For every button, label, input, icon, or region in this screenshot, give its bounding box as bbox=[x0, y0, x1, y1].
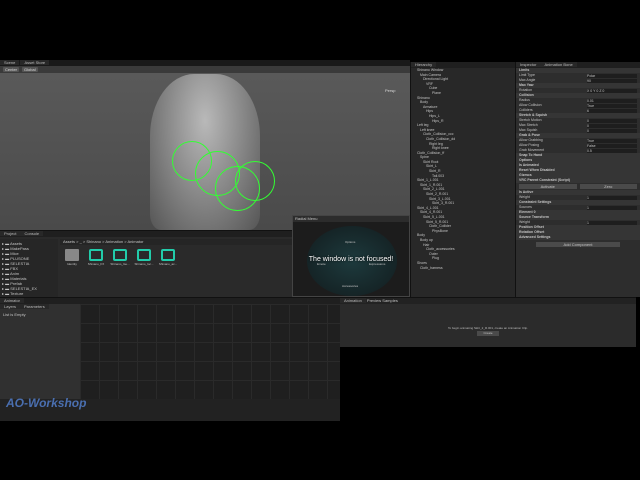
radial-item-accessories[interactable]: Accessories bbox=[342, 284, 358, 288]
activate-button[interactable]: Activate bbox=[519, 184, 577, 189]
asset-file[interactable]: Shinano_FX bbox=[86, 249, 106, 266]
layers-panel: Layers Parameters List is Empty bbox=[0, 304, 80, 399]
not-focused-message: The window is not focused! bbox=[308, 256, 394, 263]
tab-animator[interactable]: Animator bbox=[0, 298, 25, 303]
preview-button[interactable]: Preview bbox=[367, 298, 381, 303]
radial-menu-window: Radial Menu Options Emote Expressions Ac… bbox=[292, 215, 410, 297]
tab-animation-bone[interactable]: Animation Bone bbox=[540, 62, 577, 67]
radial-menu-title: Radial Menu bbox=[293, 216, 409, 222]
folder-icon bbox=[65, 249, 79, 261]
radial-item-options[interactable]: Options bbox=[345, 240, 355, 244]
asset-file[interactable]: Shinano_ac... bbox=[158, 249, 178, 266]
tab-console[interactable]: Console bbox=[20, 231, 44, 236]
animator-controller-icon bbox=[89, 249, 103, 261]
scene-view[interactable]: Center Global Persp bbox=[0, 66, 410, 230]
animator-graph[interactable] bbox=[80, 304, 340, 399]
create-clip-button[interactable]: Create bbox=[477, 331, 499, 336]
inspector-panel: Inspector Animation Bone Limits Limit Type… bbox=[515, 62, 640, 297]
project-tree: ▸ ▬ Assets ▸ ▬ MakePass ▸ ▬ Mice ▸ ▬ PLUSON… bbox=[0, 239, 58, 311]
tab-parameters[interactable]: Parameters bbox=[20, 304, 49, 309]
tab-animation[interactable]: Animation bbox=[340, 298, 366, 303]
hierarchy-item[interactable]: Cloth_harness bbox=[411, 266, 515, 271]
tab-asset-store[interactable]: Asset Store bbox=[20, 60, 50, 65]
global-button[interactable]: Global bbox=[22, 67, 38, 72]
scene-toolbar: Center Global bbox=[0, 66, 410, 73]
empty-list-label: List is Empty bbox=[3, 312, 26, 317]
persp-label[interactable]: Persp bbox=[385, 88, 395, 93]
tab-hierarchy[interactable]: Hierarchy bbox=[411, 62, 437, 67]
samples-label: Samples bbox=[382, 298, 398, 303]
project-panel: Project Console ▸ ▬ Assets ▸ ▬ MakePass ▸ ▬… bbox=[0, 230, 292, 311]
pivot-center-button[interactable]: Center bbox=[3, 67, 20, 72]
collider-gizmo bbox=[235, 161, 275, 201]
asset-file[interactable]: Shinano_loc... bbox=[134, 249, 154, 266]
watermark: AO-Workshop bbox=[6, 396, 87, 410]
tab-scene[interactable]: Scene bbox=[0, 60, 20, 65]
asset-file[interactable]: Shinano_Ge... bbox=[110, 249, 130, 266]
animator-controller-icon bbox=[161, 249, 175, 261]
animator-panel: Animator Layers Parameters List is Empty … bbox=[0, 297, 340, 421]
project-files: Assets > _ > Shinano > Animation > Anima… bbox=[60, 239, 292, 297]
animator-controller-icon bbox=[137, 249, 151, 261]
animation-message: To begin animating Skirt_2_R.001, create… bbox=[447, 326, 529, 330]
inspector-field[interactable]: Advanced Settings bbox=[516, 235, 640, 240]
asset-file[interactable]: Identity bbox=[62, 249, 82, 266]
animator-controller-icon bbox=[113, 249, 127, 261]
zero-button[interactable]: Zero bbox=[579, 184, 637, 189]
tab-layers[interactable]: Layers bbox=[0, 304, 21, 309]
tab-project[interactable]: Project bbox=[0, 231, 21, 236]
animation-panel: Animation Preview Samples To begin anima… bbox=[340, 297, 636, 347]
add-component-button[interactable]: Add Component bbox=[536, 242, 620, 247]
hierarchy-panel: Hierarchy Shinano Window Main Camera Direc… bbox=[410, 62, 515, 297]
tab-inspector[interactable]: Inspector bbox=[516, 62, 541, 67]
